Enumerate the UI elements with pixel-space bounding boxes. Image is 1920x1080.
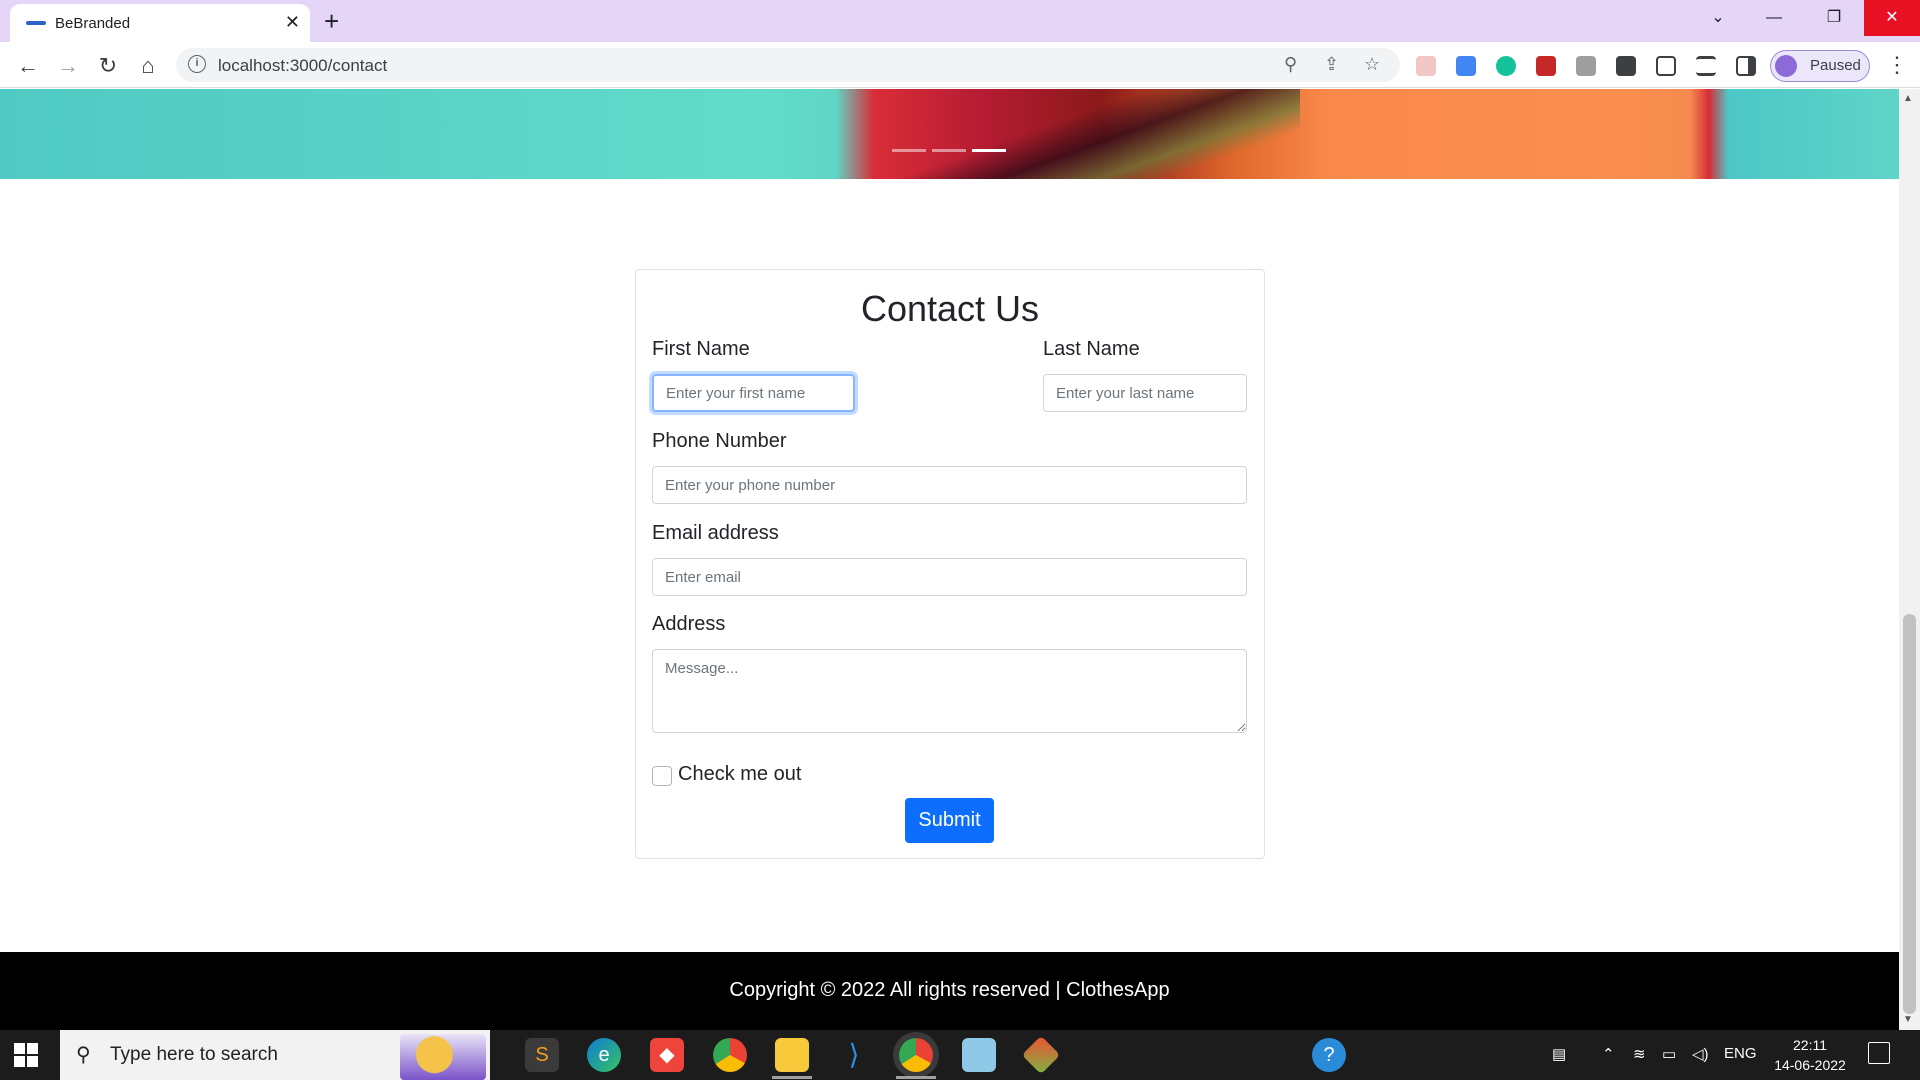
site-info-icon[interactable]: i xyxy=(188,55,206,73)
bookmark-star-icon[interactable]: ☆ xyxy=(1364,54,1380,75)
extensions-puzzle-icon[interactable] xyxy=(1616,56,1636,76)
active-indicator xyxy=(772,1076,812,1079)
news-icon[interactable]: ▤ xyxy=(1552,1045,1566,1063)
favicon-icon xyxy=(26,21,46,25)
close-window-button[interactable]: ✕ xyxy=(1864,0,1920,36)
show-hidden-icons-icon[interactable]: ⌃ xyxy=(1602,1045,1615,1063)
edge-icon[interactable]: e xyxy=(587,1038,621,1072)
address-label: Address xyxy=(652,613,726,635)
wifi-icon[interactable]: ≋ xyxy=(1633,1045,1646,1063)
vscode-icon[interactable]: ⟩ xyxy=(837,1038,871,1072)
phone-label: Phone Number xyxy=(652,430,787,452)
extension-calendar-icon[interactable] xyxy=(1416,56,1436,76)
browser-tab[interactable]: BeBranded ✕ xyxy=(10,4,310,42)
extension-grammarly-icon[interactable] xyxy=(1496,56,1516,76)
extension-red-icon[interactable] xyxy=(1536,56,1556,76)
footer-copyright: Copyright © 2022 All rights reserved | C… xyxy=(729,979,1170,1001)
home-button[interactable]: ⌂ xyxy=(134,52,162,80)
zoom-icon[interactable]: ⚲ xyxy=(1284,54,1297,75)
avatar xyxy=(1775,55,1797,77)
last-name-label: Last Name xyxy=(1043,338,1140,360)
scroll-down-icon[interactable]: ▼ xyxy=(1903,1014,1913,1025)
back-button[interactable]: ← xyxy=(14,52,42,80)
volume-icon[interactable]: ◁) xyxy=(1692,1045,1709,1063)
taskbar-search[interactable]: ⚲ Type here to search xyxy=(60,1030,490,1080)
page-content: Contact Us First Name Last Name Phone Nu… xyxy=(0,89,1899,1030)
restore-button[interactable]: ❐ xyxy=(1806,0,1862,36)
extension-camera-icon[interactable] xyxy=(1576,56,1596,76)
minimize-button[interactable]: — xyxy=(1746,0,1802,36)
footer: Copyright © 2022 All rights reserved | C… xyxy=(0,952,1899,1030)
address-bar-url[interactable]: localhost:3000/contact xyxy=(218,56,387,76)
scroll-up-icon[interactable]: ▲ xyxy=(1903,93,1913,104)
address-field[interactable] xyxy=(652,649,1247,733)
contact-form: Contact Us First Name Last Name Phone Nu… xyxy=(635,269,1265,859)
address-bar[interactable]: i localhost:3000/contact ⚲ ⇪ ☆ xyxy=(176,48,1400,82)
tab-title: BeBranded xyxy=(55,15,131,32)
submit-button[interactable]: Submit xyxy=(905,798,994,843)
help-icon[interactable]: ? xyxy=(1312,1038,1346,1072)
first-name-field[interactable] xyxy=(652,374,855,412)
last-name-field[interactable] xyxy=(1043,374,1247,412)
carousel-indicator-3[interactable] xyxy=(972,149,1006,152)
browser-tab-strip: BeBranded ✕ + ⌄ — ❐ ✕ xyxy=(0,0,1920,42)
reading-list-icon[interactable] xyxy=(1696,56,1716,76)
search-icon: ⚲ xyxy=(76,1044,91,1066)
first-name-label: First Name xyxy=(652,338,750,360)
sublime-text-icon[interactable]: S xyxy=(525,1038,559,1072)
windows-taskbar: ⚲ Type here to search S e ◆ ⟩ ? ▤ ⌃ ≋ ▭ … xyxy=(0,1030,1920,1080)
browser-toolbar: ← → ↻ ⌂ i localhost:3000/contact ⚲ ⇪ ☆ P… xyxy=(0,42,1920,88)
notifications-icon[interactable] xyxy=(1868,1042,1890,1064)
clock-date: 14-06-2022 xyxy=(1774,1057,1846,1073)
page-scrollbar[interactable]: ▲ ▼ xyxy=(1899,89,1920,1030)
hero-carousel xyxy=(0,89,1899,179)
share-icon[interactable]: ⇪ xyxy=(1324,54,1339,75)
search-placeholder: Type here to search xyxy=(110,1044,278,1065)
side-panel-icon[interactable] xyxy=(1736,56,1756,76)
git-icon[interactable] xyxy=(1021,1035,1061,1075)
checkbox-label: Check me out xyxy=(678,763,802,785)
search-highlight-image xyxy=(400,1034,486,1080)
page-title: Contact Us xyxy=(860,288,1040,329)
profile-status: Paused xyxy=(1810,57,1861,74)
file-explorer-icon[interactable] xyxy=(775,1038,809,1072)
battery-icon[interactable]: ▭ xyxy=(1662,1045,1676,1063)
email-field[interactable] xyxy=(652,558,1247,596)
new-tab-button[interactable]: + xyxy=(324,6,339,37)
clock[interactable]: 22:11 14-06-2022 xyxy=(1770,1035,1850,1075)
email-label: Email address xyxy=(652,522,779,544)
language-indicator[interactable]: ENG xyxy=(1724,1045,1757,1062)
chrome-profile-icon[interactable] xyxy=(899,1038,933,1072)
reload-button[interactable]: ↻ xyxy=(94,52,122,80)
cast-icon[interactable] xyxy=(1656,56,1676,76)
clock-time: 22:11 xyxy=(1793,1037,1827,1053)
close-tab-icon[interactable]: ✕ xyxy=(285,12,300,33)
carousel-indicator-1[interactable] xyxy=(892,149,926,152)
scroll-thumb[interactable] xyxy=(1903,614,1916,1014)
active-indicator xyxy=(896,1076,936,1079)
profile-button[interactable]: Paused xyxy=(1770,50,1870,82)
hero-image xyxy=(880,89,1300,179)
notepad-icon[interactable] xyxy=(962,1038,996,1072)
extension-translate-icon[interactable] xyxy=(1456,56,1476,76)
phone-field[interactable] xyxy=(652,466,1247,504)
tab-search-icon[interactable]: ⌄ xyxy=(1690,0,1746,36)
anydesk-icon[interactable]: ◆ xyxy=(650,1038,684,1072)
carousel-indicator-2[interactable] xyxy=(932,149,966,152)
browser-menu-icon[interactable]: ⋮ xyxy=(1886,52,1908,78)
chrome-icon[interactable] xyxy=(713,1038,747,1072)
check-me-out-checkbox[interactable] xyxy=(652,766,672,786)
windows-start-icon[interactable] xyxy=(14,1043,38,1067)
forward-button[interactable]: → xyxy=(54,52,82,80)
